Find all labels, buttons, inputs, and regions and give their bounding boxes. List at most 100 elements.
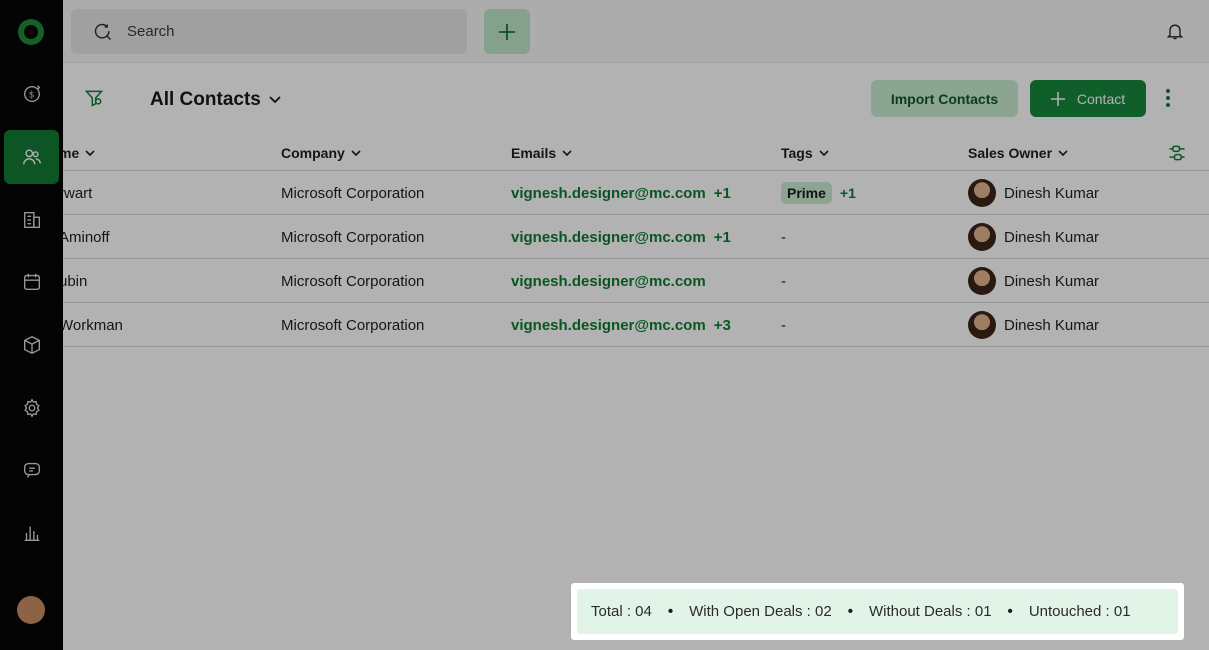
owner-avatar: [968, 311, 996, 339]
quick-add-button[interactable]: [484, 9, 530, 54]
summary-content: Total : 04 • With Open Deals : 02 • With…: [577, 589, 1178, 634]
plus-icon: [1050, 91, 1065, 106]
plus-icon: [499, 23, 515, 40]
user-avatar[interactable]: [17, 596, 45, 624]
tags-cell: -: [781, 314, 786, 334]
tags-cell: -: [781, 226, 786, 246]
tag-more-count[interactable]: +1: [840, 185, 856, 201]
tag-badge: Prime: [781, 182, 832, 204]
chevron-down-icon: [85, 150, 95, 156]
contacts-table: me Company Emails Tags Sales Owner wart …: [63, 135, 1209, 347]
chevron-down-icon: [351, 150, 361, 156]
sales-owner-cell: Dinesh Kumar: [968, 267, 1099, 295]
owner-avatar: [968, 267, 996, 295]
owner-avatar: [968, 179, 996, 207]
email-more-count[interactable]: +1: [714, 229, 731, 246]
email-address[interactable]: vignesh.designer@mc.com: [511, 185, 706, 202]
contacts-icon: [22, 149, 41, 165]
summary-untouched[interactable]: Untouched : 01: [1029, 603, 1131, 620]
sidebar-item-contacts[interactable]: [4, 130, 59, 184]
column-company[interactable]: Company: [281, 145, 361, 161]
column-sales-owner[interactable]: Sales Owner: [968, 145, 1068, 161]
summary-total[interactable]: Total : 04: [591, 603, 652, 620]
chevron-down-icon: [269, 96, 281, 104]
notifications-button[interactable]: [1165, 20, 1185, 47]
sidebar-item-calendar[interactable]: [4, 255, 59, 309]
tags-cell: Prime +1: [781, 182, 856, 204]
import-contacts-button[interactable]: Import Contacts: [871, 80, 1018, 117]
view-selector[interactable]: All Contacts: [150, 89, 281, 111]
sidebar-item-settings[interactable]: [4, 381, 59, 435]
table-row[interactable]: ubin Microsoft Corporation vignesh.desig…: [63, 259, 1209, 303]
chevron-down-icon: [562, 150, 572, 156]
box-icon: [23, 335, 40, 355]
tags-cell: -: [781, 270, 786, 290]
chat-icon: [23, 462, 40, 478]
page-title: All Contacts: [150, 89, 261, 110]
search-icon: [94, 23, 112, 40]
owner-avatar: [968, 223, 996, 251]
add-contact-label: Contact: [1076, 90, 1126, 107]
table-row[interactable]: Aminoff Microsoft Corporation vignesh.de…: [63, 215, 1209, 259]
more-options-button[interactable]: [1165, 88, 1171, 113]
search-placeholder: Search: [127, 23, 175, 40]
sidebar: $: [0, 0, 63, 650]
column-name[interactable]: me: [63, 145, 95, 161]
sales-owner-cell: Dinesh Kumar: [968, 223, 1099, 251]
owner-name: Dinesh Kumar: [1004, 272, 1100, 290]
email-cell[interactable]: vignesh.designer@mc.com: [511, 273, 706, 290]
separator-dot: •: [667, 603, 674, 620]
dollar-refresh-icon: $: [23, 85, 40, 103]
table-header: me Company Emails Tags Sales Owner: [63, 135, 1209, 171]
email-more-count[interactable]: +1: [714, 185, 731, 202]
summary-without-deals[interactable]: Without Deals : 01: [869, 603, 992, 620]
add-contact-button[interactable]: Contact: [1030, 80, 1146, 117]
contacts-summary-bar: Total : 04 • With Open Deals : 02 • With…: [571, 583, 1184, 640]
table-row[interactable]: rwart Microsoft Corporation vignesh.desi…: [63, 171, 1209, 215]
email-cell[interactable]: vignesh.designer@mc.com +1: [511, 229, 731, 246]
separator-dot: •: [1007, 603, 1013, 620]
column-tags[interactable]: Tags: [781, 145, 829, 161]
contact-name[interactable]: Aminoff: [63, 229, 110, 246]
email-address[interactable]: vignesh.designer@mc.com: [511, 273, 706, 290]
tag-empty: -: [781, 317, 786, 334]
company-name: Microsoft Corporation: [281, 317, 425, 334]
email-address[interactable]: vignesh.designer@mc.com: [511, 229, 706, 246]
email-cell[interactable]: vignesh.designer@mc.com +1: [511, 185, 731, 202]
company-name: Microsoft Corporation: [281, 229, 425, 246]
app-logo[interactable]: [18, 19, 44, 45]
sidebar-item-companies[interactable]: [4, 193, 59, 247]
contact-name[interactable]: Workman: [63, 317, 123, 334]
contact-name[interactable]: ubin: [63, 273, 87, 290]
tag-empty: -: [781, 273, 786, 290]
sidebar-item-products[interactable]: [4, 318, 59, 372]
search-input[interactable]: Search: [71, 9, 467, 54]
email-cell[interactable]: vignesh.designer@mc.com +3: [511, 317, 731, 334]
email-address[interactable]: vignesh.designer@mc.com: [511, 317, 706, 334]
top-bar: Search: [63, 0, 1209, 63]
calendar-icon: [23, 273, 40, 291]
owner-name: Dinesh Kumar: [1004, 184, 1100, 202]
contacts-toolbar: All Contacts Import Contacts Contact: [63, 63, 1209, 135]
column-settings-button[interactable]: [1167, 143, 1187, 163]
sidebar-item-reports[interactable]: [4, 506, 59, 560]
sales-owner-cell: Dinesh Kumar: [968, 311, 1099, 339]
owner-name: Dinesh Kumar: [1004, 316, 1100, 334]
bell-icon: [1166, 24, 1184, 40]
sidebar-item-messages[interactable]: [4, 443, 59, 497]
svg-text:$: $: [28, 90, 34, 101]
main-content: Search All Contacts Import Contacts Cont…: [63, 0, 1209, 650]
building-icon: [23, 211, 40, 229]
kebab-menu-icon: [1166, 89, 1170, 107]
summary-open-deals[interactable]: With Open Deals : 02: [689, 603, 832, 620]
sliders-icon: [1169, 145, 1185, 161]
sidebar-item-deals[interactable]: $: [4, 67, 59, 121]
contact-name[interactable]: rwart: [63, 185, 92, 202]
table-row[interactable]: Workman Microsoft Corporation vignesh.de…: [63, 303, 1209, 347]
filter-button[interactable]: [84, 88, 104, 113]
bar-chart-icon: [24, 526, 39, 542]
column-emails[interactable]: Emails: [511, 145, 572, 161]
email-more-count[interactable]: +3: [714, 317, 731, 334]
separator-dot: •: [847, 603, 853, 620]
tag-empty: -: [781, 229, 786, 246]
